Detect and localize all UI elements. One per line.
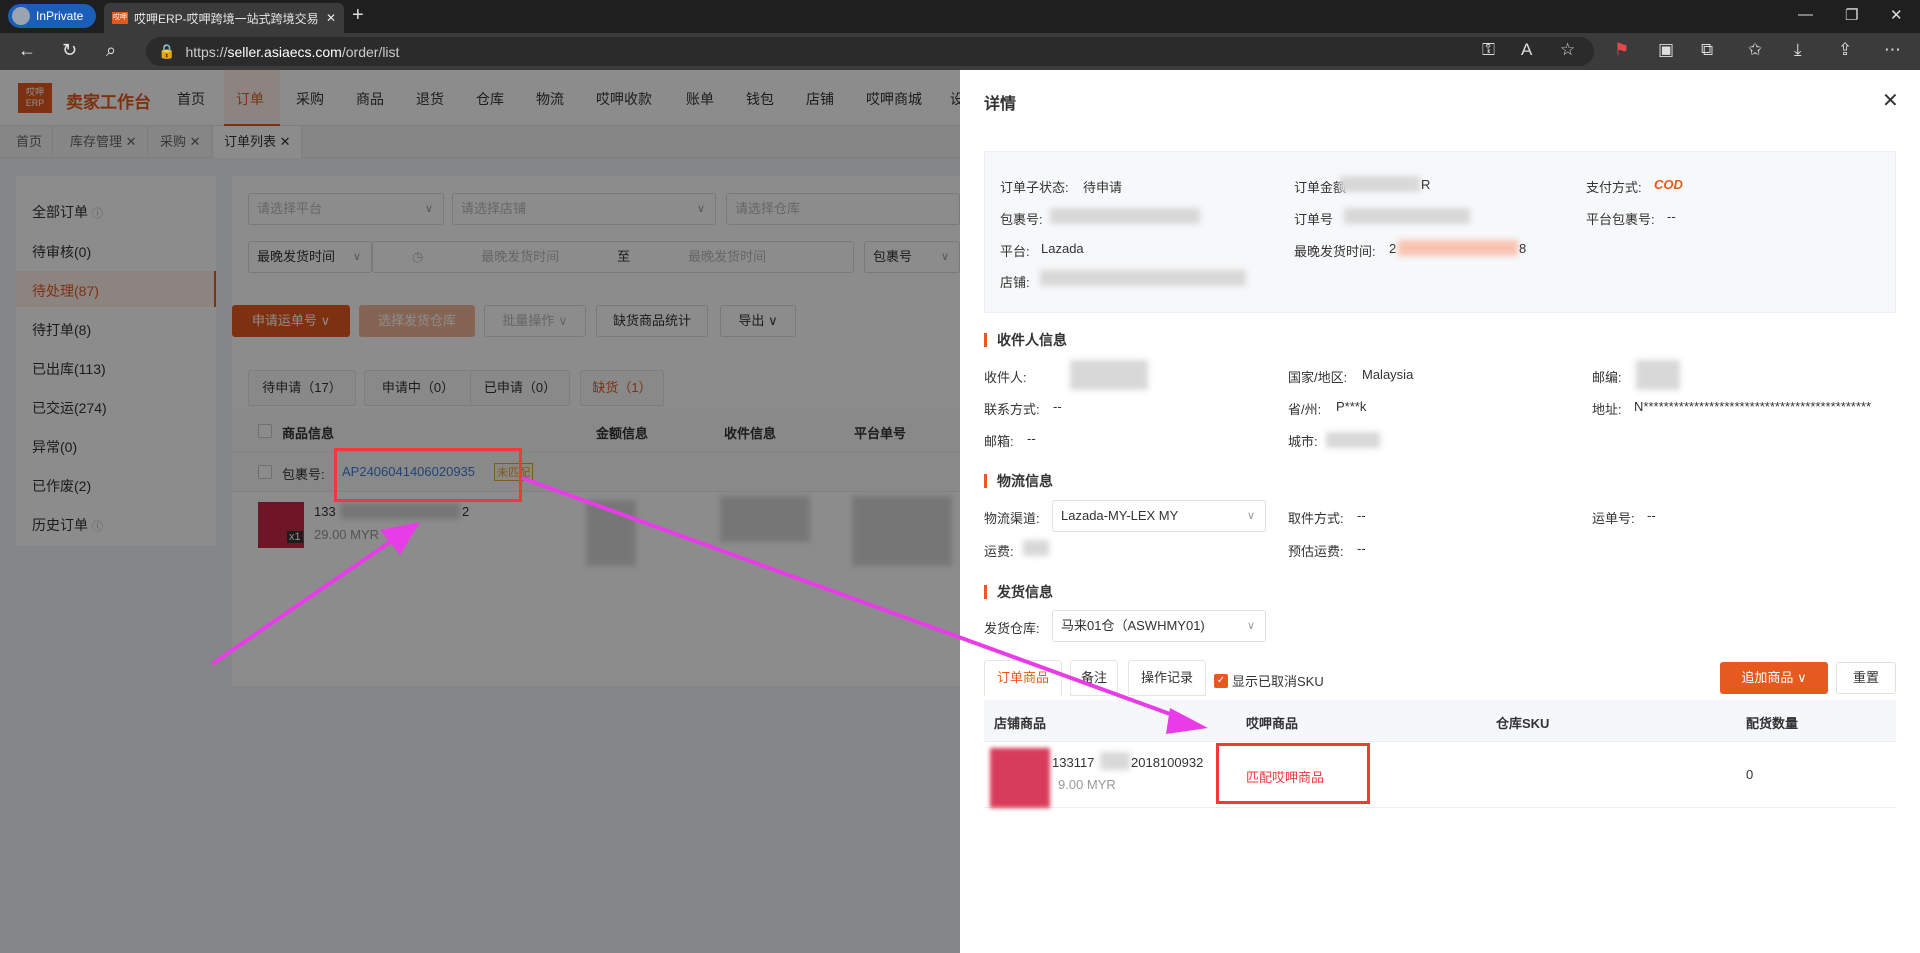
arrowhead-icon bbox=[1166, 708, 1208, 734]
annotation-arrows bbox=[210, 476, 1208, 734]
arrow-to-match-icon bbox=[521, 476, 1193, 724]
arrow-to-package-icon bbox=[210, 525, 414, 666]
arrowhead-icon bbox=[380, 522, 420, 555]
